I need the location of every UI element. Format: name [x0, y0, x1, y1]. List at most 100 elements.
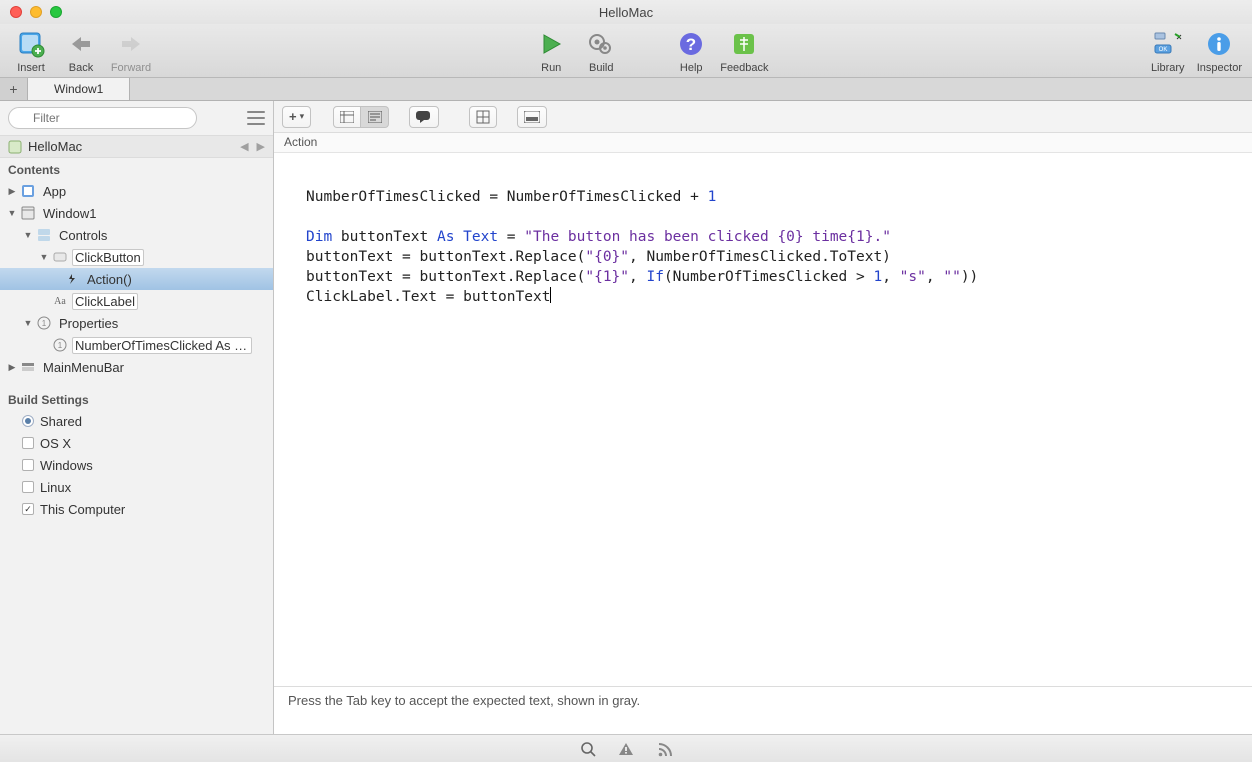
build-settings-header: Build Settings — [0, 388, 273, 410]
inspector-label: Inspector — [1197, 62, 1242, 74]
tree-item-mainmenubar[interactable]: ▶ MainMenuBar — [0, 356, 273, 378]
build-label: OS X — [40, 436, 71, 451]
forward-button[interactable]: Forward — [110, 28, 152, 74]
tree-item-app[interactable]: ▶ App — [0, 180, 273, 202]
editor-toolbar: +▾ — [274, 101, 1252, 133]
checkbox-icon[interactable] — [22, 481, 34, 493]
contents-header: Contents — [0, 158, 273, 180]
feedback-button[interactable]: Feedback — [720, 28, 768, 74]
controls-icon — [36, 227, 52, 243]
editor-pane: +▾ Action — [274, 101, 1252, 734]
history-back-icon[interactable]: ◀ — [240, 140, 248, 153]
tree-label: Action() — [84, 271, 135, 288]
tree-item-action[interactable]: Action() — [0, 268, 273, 290]
forward-arrow-icon — [115, 28, 147, 60]
build-label: Shared — [40, 414, 82, 429]
project-row[interactable]: HelloMac ◀ ▶ — [0, 136, 273, 158]
panel-button[interactable] — [517, 106, 547, 128]
run-label: Run — [541, 62, 561, 74]
code-editor[interactable]: NumberOfTimesClicked = NumberOfTimesClic… — [274, 153, 1252, 686]
build-label: Windows — [40, 458, 93, 473]
forward-label: Forward — [111, 62, 151, 74]
properties-icon: 1 — [36, 315, 52, 331]
filter-row — [0, 101, 273, 136]
checkbox-icon[interactable] — [22, 437, 34, 449]
insert-button[interactable]: Insert — [10, 28, 52, 74]
tree-item-clickbutton[interactable]: ▼ ClickButton — [0, 246, 273, 268]
history-forward-icon[interactable]: ▶ — [257, 140, 265, 153]
build-item-linux[interactable]: Linux — [0, 476, 273, 498]
comment-icon — [416, 111, 432, 123]
disclosure-icon[interactable]: ▼ — [22, 318, 34, 328]
build-item-thiscomputer[interactable]: ✓ This Computer — [0, 498, 273, 520]
help-button[interactable]: ? Help — [670, 28, 712, 74]
tree-label: Controls — [56, 227, 110, 244]
radio-icon[interactable] — [22, 415, 34, 427]
disclosure-icon[interactable]: ▼ — [38, 252, 50, 262]
build-label: Build — [589, 62, 613, 74]
tree-label: App — [40, 183, 69, 200]
insert-icon — [15, 28, 47, 60]
back-label: Back — [69, 62, 93, 74]
disclosure-icon[interactable]: ▶ — [6, 186, 18, 197]
build-item-osx[interactable]: OS X — [0, 432, 273, 454]
titlebar: HelloMac — [0, 0, 1252, 24]
tree-label: ClickButton — [72, 249, 144, 266]
navigator-sidebar: HelloMac ◀ ▶ Contents ▶ App ▼ Window1 ▼ … — [0, 101, 274, 734]
toolbar: Insert Back Forward Run Build — [0, 24, 1252, 78]
back-button[interactable]: Back — [60, 28, 102, 74]
project-name: HelloMac — [28, 139, 82, 154]
tree-label: ClickLabel — [72, 293, 138, 310]
comment-button[interactable] — [409, 106, 439, 128]
statusbar — [0, 734, 1252, 762]
tree-label: NumberOfTimesClicked As In... — [72, 337, 252, 354]
button-icon — [52, 249, 68, 265]
tree-item-numberoftimes[interactable]: 1 NumberOfTimesClicked As In... — [0, 334, 273, 356]
tree-item-controls[interactable]: ▼ Controls — [0, 224, 273, 246]
property-icon: 1 — [52, 337, 68, 353]
code-icon — [368, 111, 382, 123]
window-icon — [20, 205, 36, 221]
add-item-button[interactable]: +▾ — [282, 106, 311, 128]
view-layout-button[interactable] — [333, 106, 361, 128]
contents-tree: ▶ App ▼ Window1 ▼ Controls ▼ ClickButton — [0, 180, 273, 378]
disclosure-icon[interactable]: ▶ — [6, 362, 18, 373]
checkbox-icon[interactable] — [22, 459, 34, 471]
search-status-icon[interactable] — [580, 741, 596, 757]
label-icon: Aa — [52, 293, 68, 309]
disclosure-icon[interactable]: ▼ — [22, 230, 34, 240]
filter-input[interactable] — [8, 107, 197, 129]
tree-item-clicklabel[interactable]: Aa ClickLabel — [0, 290, 273, 312]
svg-text:OK: OK — [1158, 47, 1167, 53]
build-item-windows[interactable]: Windows — [0, 454, 273, 476]
menubar-icon — [20, 359, 36, 375]
inspector-button[interactable]: Inspector — [1197, 28, 1242, 74]
tree-label: Window1 — [40, 205, 99, 222]
breadcrumb[interactable]: Action — [274, 133, 1252, 153]
project-icon — [8, 140, 22, 154]
warning-status-icon[interactable] — [618, 741, 634, 757]
event-icon — [64, 271, 80, 287]
inspector-icon — [1203, 28, 1235, 60]
library-button[interactable]: OK Library — [1147, 28, 1189, 74]
tree-item-properties[interactable]: ▼ 1 Properties — [0, 312, 273, 334]
build-item-shared[interactable]: Shared — [0, 410, 273, 432]
disclosure-icon[interactable]: ▼ — [6, 208, 18, 218]
help-label: Help — [680, 62, 703, 74]
layout-icon — [340, 111, 354, 123]
tree-label: MainMenuBar — [40, 359, 127, 376]
breadcrumb-label: Action — [284, 135, 317, 149]
checkbox-icon[interactable]: ✓ — [22, 503, 34, 515]
list-toggle-icon[interactable] — [247, 111, 265, 125]
panel-icon — [524, 111, 540, 123]
grid-button[interactable] — [469, 106, 497, 128]
rss-status-icon[interactable] — [656, 741, 672, 757]
tree-item-window1[interactable]: ▼ Window1 — [0, 202, 273, 224]
tab-window1[interactable]: Window1 — [28, 78, 130, 100]
build-tree: Shared OS X Windows Linux ✓ This Compute… — [0, 410, 273, 520]
build-icon — [585, 28, 617, 60]
view-code-button[interactable] — [361, 106, 389, 128]
build-button[interactable]: Build — [580, 28, 622, 74]
run-button[interactable]: Run — [530, 28, 572, 74]
new-tab-button[interactable]: + — [0, 78, 28, 100]
